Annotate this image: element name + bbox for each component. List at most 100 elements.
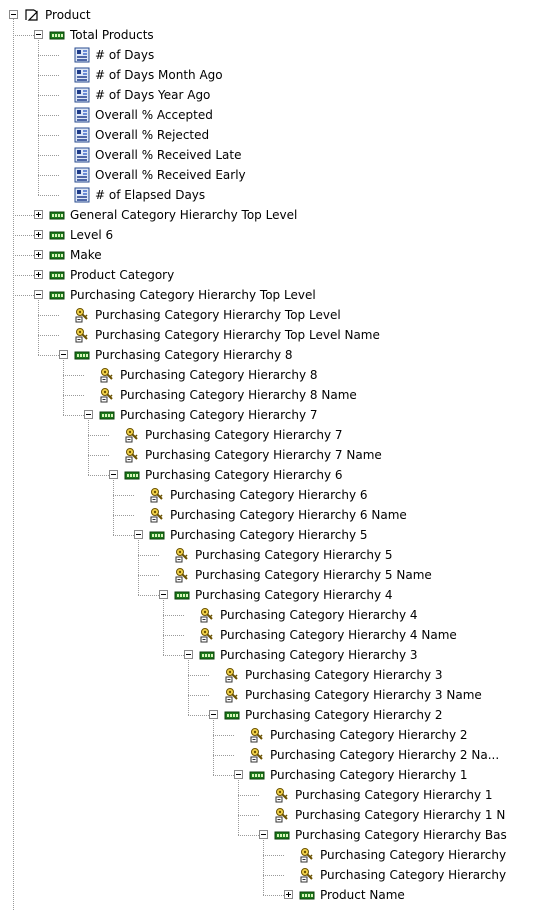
tree-node-purchasing-category-hierarchy-1[interactable]: Purchasing Category Hierarchy 1 xyxy=(0,765,543,785)
tree-node-label: Product Category xyxy=(70,268,175,282)
tree-root-product[interactable]: Product xyxy=(0,5,543,25)
tree-node-purchasing-category-hierarchy-8[interactable]: Purchasing Category Hierarchy 8 xyxy=(0,365,543,385)
tree-node-of-days-month-ago[interactable]: # of Days Month Ago xyxy=(0,65,543,85)
key-attribute-icon xyxy=(99,387,115,403)
tree-node-label: Purchasing Category Hierarchy 4 Name xyxy=(220,628,457,642)
tree-node-purchasing-category-hierarchy-4[interactable]: Purchasing Category Hierarchy 4 xyxy=(0,585,543,605)
collapse-minus-icon[interactable] xyxy=(159,590,168,599)
tree-node-purchasing-category-hierarchy-7-name[interactable]: Purchasing Category Hierarchy 7 Name xyxy=(0,445,543,465)
tree-node-purchasing-category-hierarchy-5[interactable]: Purchasing Category Hierarchy 5 xyxy=(0,525,543,545)
tree-node-label: Purchasing Category Hierarchy 7 xyxy=(120,408,318,422)
collapse-minus-icon[interactable] xyxy=(209,710,218,719)
tree-node-level-6[interactable]: Level 6 xyxy=(0,225,543,245)
tree-node-purchasing-category-hierarchy-2[interactable]: Purchasing Category Hierarchy 2 xyxy=(0,725,543,745)
tree-node-overall-rejected[interactable]: Overall % Rejected xyxy=(0,125,543,145)
tree-node-of-elapsed-days[interactable]: # of Elapsed Days xyxy=(0,185,543,205)
tree-node-purchasing-category-hierarchy-8[interactable]: Purchasing Category Hierarchy 8 xyxy=(0,345,543,365)
tree-node-purchasing-category-hierarchy-6-name[interactable]: Purchasing Category Hierarchy 6 Name xyxy=(0,505,543,525)
tree-node-purchasing-category-hierarchy-6[interactable]: Purchasing Category Hierarchy 6 xyxy=(0,465,543,485)
tree-node-purchasing-category-hierarchy-2[interactable]: Purchasing Category Hierarchy 2 xyxy=(0,705,543,725)
tree-node-of-days-year-ago[interactable]: # of Days Year Ago xyxy=(0,85,543,105)
collapse-minus-icon[interactable] xyxy=(84,410,93,419)
tree-node-label: Purchasing Category Hierarchy 5 Name xyxy=(195,568,432,582)
collapse-minus-icon[interactable] xyxy=(59,350,68,359)
tree-node-label: # of Days Year Ago xyxy=(95,88,211,102)
key-attribute-icon xyxy=(274,787,290,803)
key-attribute-icon xyxy=(249,747,265,763)
tree-node-label: Product xyxy=(45,8,91,22)
expand-plus-icon[interactable] xyxy=(34,250,43,259)
tree-node-product-name[interactable]: Product Name xyxy=(0,885,543,905)
tree-node-label: Overall % Accepted xyxy=(95,108,213,122)
tree-node-of-days[interactable]: # of Days xyxy=(0,45,543,65)
key-attribute-icon xyxy=(74,307,90,323)
tree-node-purchasing-category-hierarchy-top-level[interactable]: Purchasing Category Hierarchy Top Level xyxy=(0,285,543,305)
tree-node-label: Purchasing Category Hierarchy 6 xyxy=(170,488,368,502)
tree-node-overall-accepted[interactable]: Overall % Accepted xyxy=(0,105,543,125)
tree-node-purchasing-category-hierarchy-1-n[interactable]: Purchasing Category Hierarchy 1 N xyxy=(0,805,543,825)
tree-node-label: Overall % Received Early xyxy=(95,168,246,182)
tree-node-label: Purchasing Category Hierarchy 8 xyxy=(120,368,318,382)
tree-node-purchasing-category-hierarchy-1[interactable]: Purchasing Category Hierarchy 1 xyxy=(0,785,543,805)
expand-plus-icon[interactable] xyxy=(34,230,43,239)
hierarchy-level-icon xyxy=(249,767,265,783)
key-attribute-icon xyxy=(224,667,240,683)
key-attribute-icon xyxy=(249,727,265,743)
tree-node-total-products[interactable]: Total Products xyxy=(0,25,543,45)
tree-node-label: Purchasing Category Hierarchy 3 xyxy=(220,648,418,662)
tree-node-general-category-hierarchy-top-level[interactable]: General Category Hierarchy Top Level xyxy=(0,205,543,225)
tree-node-make[interactable]: Make xyxy=(0,245,543,265)
measure-icon xyxy=(74,187,90,203)
tree-node-purchasing-category-hierarchy-3[interactable]: Purchasing Category Hierarchy 3 xyxy=(0,645,543,665)
tree-node-label: Purchasing Category Hierarchy 6 xyxy=(145,468,343,482)
tree-node-label: Purchasing Category Hierarchy 5 xyxy=(195,548,393,562)
collapse-minus-icon[interactable] xyxy=(134,530,143,539)
tree-node-purchasing-category-hierarchy-5[interactable]: Purchasing Category Hierarchy 5 xyxy=(0,545,543,565)
key-attribute-icon xyxy=(299,847,315,863)
tree-node-purchasing-category-hierarchy-8-name[interactable]: Purchasing Category Hierarchy 8 Name xyxy=(0,385,543,405)
key-attribute-icon xyxy=(174,547,190,563)
hierarchy-level-icon xyxy=(49,27,65,43)
collapse-minus-icon[interactable] xyxy=(184,650,193,659)
tree-node-purchasing-category-hierarchy-top-level-name[interactable]: Purchasing Category Hierarchy Top Level … xyxy=(0,325,543,345)
tree-node-purchasing-category-hierarchy-3-name[interactable]: Purchasing Category Hierarchy 3 Name xyxy=(0,685,543,705)
expand-plus-icon[interactable] xyxy=(34,270,43,279)
tree-node-overall-received-early[interactable]: Overall % Received Early xyxy=(0,165,543,185)
tree-node-purchasing-category-hierarchy-4[interactable]: Purchasing Category Hierarchy 4 xyxy=(0,605,543,625)
tree-node-label: Purchasing Category Hierarchy Top Level xyxy=(70,288,316,302)
collapse-minus-icon[interactable] xyxy=(9,10,18,19)
expand-plus-icon[interactable] xyxy=(284,890,293,899)
tree-node-purchasing-category-hierarchy-7[interactable]: Purchasing Category Hierarchy 7 xyxy=(0,405,543,425)
tree-node-purchasing-category-hierarchy-3[interactable]: Purchasing Category Hierarchy 3 xyxy=(0,665,543,685)
tree-node-purchasing-category-hierarchy-4-name[interactable]: Purchasing Category Hierarchy 4 Name xyxy=(0,625,543,645)
tree-node-purchasing-category-hierarchy-2-na[interactable]: Purchasing Category Hierarchy 2 Na... xyxy=(0,745,543,765)
collapse-minus-icon[interactable] xyxy=(234,770,243,779)
collapse-minus-icon[interactable] xyxy=(259,830,268,839)
tree-node-label: Purchasing Category Hierarchy 7 Name xyxy=(145,448,382,462)
tree-node-label: Product Name xyxy=(320,888,405,902)
collapse-minus-icon[interactable] xyxy=(34,290,43,299)
measure-icon xyxy=(74,107,90,123)
tree-node-label: Total Products xyxy=(70,28,154,42)
tree-node-purchasing-category-hierarchy-top-level[interactable]: Purchasing Category Hierarchy Top Level xyxy=(0,305,543,325)
tree-node-purchasing-category-hierarchy-6[interactable]: Purchasing Category Hierarchy 6 xyxy=(0,485,543,505)
tree-node-overall-received-late[interactable]: Overall % Received Late xyxy=(0,145,543,165)
key-attribute-icon xyxy=(74,327,90,343)
tree-node-label: Purchasing Category Hierarchy 8 Name xyxy=(120,388,357,402)
tree-node-purchasing-category-hierarchy-5-name[interactable]: Purchasing Category Hierarchy 5 Name xyxy=(0,565,543,585)
tree-node-purchasing-category-hierarchy[interactable]: Purchasing Category Hierarchy xyxy=(0,865,543,885)
tree-node-label: Purchasing Category Hierarchy 1 xyxy=(270,768,468,782)
tree-node-purchasing-category-hierarchy-7[interactable]: Purchasing Category Hierarchy 7 xyxy=(0,425,543,445)
hierarchy-level-icon xyxy=(49,287,65,303)
expand-plus-icon[interactable] xyxy=(34,210,43,219)
tree-node-product-category[interactable]: Product Category xyxy=(0,265,543,285)
tree-node-label: Purchasing Category Hierarchy 6 Name xyxy=(170,508,407,522)
tree-node-purchasing-category-hierarchy[interactable]: Purchasing Category Hierarchy xyxy=(0,845,543,865)
measure-icon xyxy=(74,167,90,183)
tree-node-purchasing-category-hierarchy-bas[interactable]: Purchasing Category Hierarchy Bas xyxy=(0,825,543,845)
collapse-minus-icon[interactable] xyxy=(34,30,43,39)
collapse-minus-icon[interactable] xyxy=(109,470,118,479)
hierarchy-level-icon xyxy=(274,827,290,843)
hierarchy-level-icon xyxy=(49,247,65,263)
key-attribute-icon xyxy=(274,807,290,823)
